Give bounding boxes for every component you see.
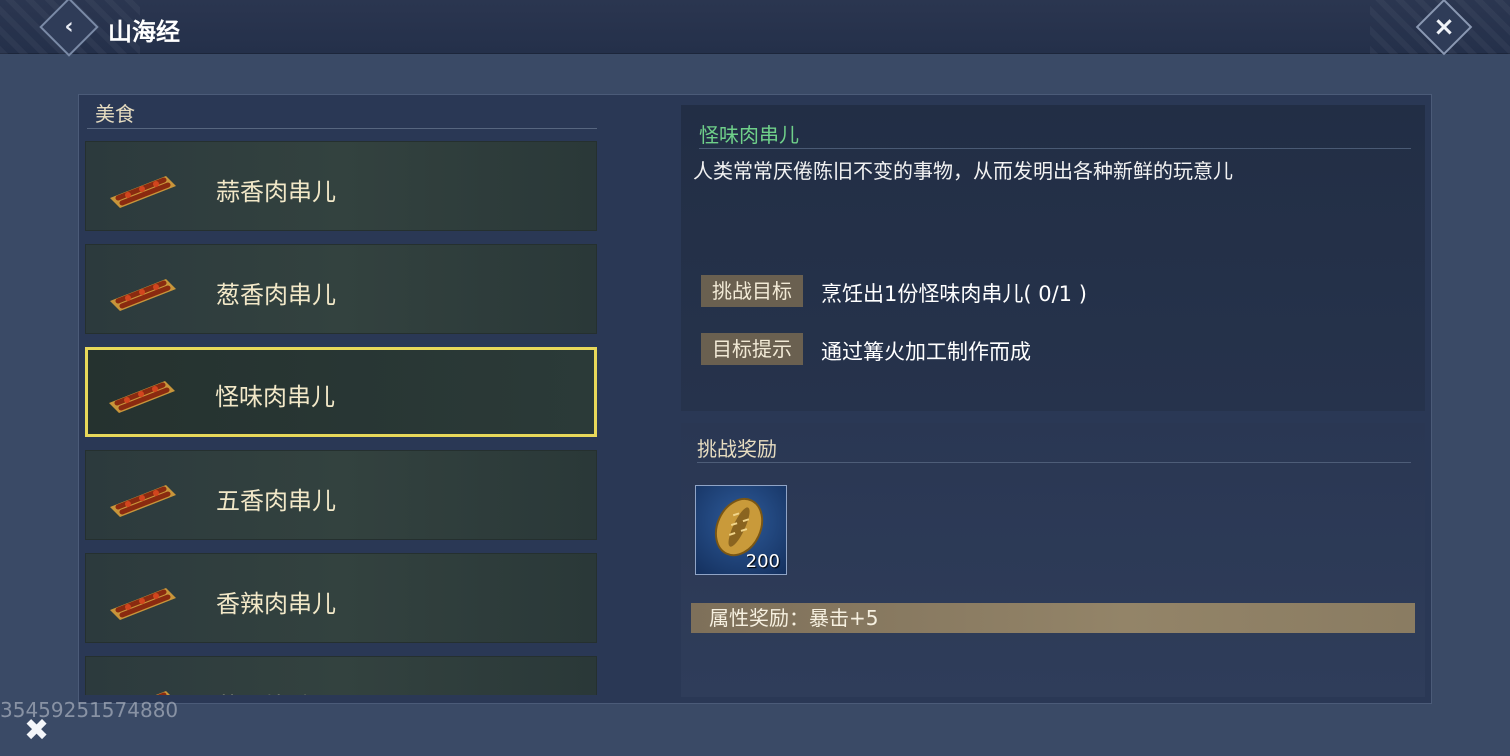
detail-title: 怪味肉串儿: [699, 119, 1411, 149]
recipe-list-column: 美食 蒜香肉串儿 葱香肉串儿 怪味肉串儿 五香肉串儿 香辣肉串儿: [79, 95, 599, 695]
detail-description: 人类常常厌倦陈旧不变的事物，从而发明出各种新鲜的玩意儿: [693, 159, 1233, 183]
reward-item-slot[interactable]: 200: [695, 485, 787, 575]
list-item[interactable]: 蒜香烤鸭: [85, 656, 597, 695]
reward-box: 挑战奖励 200 属性奖励：暴击+5: [681, 423, 1425, 697]
back-chevron-icon: ‹: [64, 14, 74, 40]
recipe-list[interactable]: 蒜香肉串儿 葱香肉串儿 怪味肉串儿 五香肉串儿 香辣肉串儿: [85, 141, 597, 695]
category-title: 美食: [87, 99, 597, 129]
goal-tag: 挑战目标: [701, 275, 803, 307]
hint-text: 通过篝火加工制作而成: [821, 340, 1031, 364]
list-item[interactable]: 五香肉串儿: [85, 450, 597, 540]
list-item-label: 蒜香肉串儿: [216, 178, 336, 206]
list-item[interactable]: 蒜香肉串儿: [85, 141, 597, 231]
meat-skewer-icon: [110, 485, 176, 517]
list-item[interactable]: 香辣肉串儿: [85, 553, 597, 643]
list-item-label: 怪味肉串儿: [215, 383, 335, 411]
list-item-label: 香辣肉串儿: [216, 590, 336, 618]
reward-title: 挑战奖励: [697, 433, 1411, 463]
challenge-info-box: 怪味肉串儿 人类常常厌倦陈旧不变的事物，从而发明出各种新鲜的玩意儿 挑战目标 烹…: [681, 105, 1425, 411]
close-x-icon: ×: [1433, 12, 1455, 43]
list-item-label: 五香肉串儿: [216, 487, 336, 515]
list-item-label: 蒜香烤鸭: [216, 687, 312, 695]
hint-tag: 目标提示: [701, 333, 803, 365]
attribute-reward-bar: 属性奖励：暴击+5: [691, 603, 1415, 633]
list-item-label: 葱香肉串儿: [216, 281, 336, 309]
meat-skewer-icon: [155, 691, 170, 695]
list-item[interactable]: 葱香肉串儿: [85, 244, 597, 334]
goal-text: 烹饪出1份怪味肉串儿( 0/1 ): [821, 282, 1087, 306]
detail-column: 怪味肉串儿 人类常常厌倦陈旧不变的事物，从而发明出各种新鲜的玩意儿 挑战目标 烹…: [681, 105, 1425, 697]
top-bar: ‹ 山海经 ×: [0, 0, 1510, 57]
list-item-selected[interactable]: 怪味肉串儿: [85, 347, 597, 437]
page-title: 山海经: [108, 18, 180, 46]
meat-skewer-icon: [110, 176, 176, 208]
reward-item-count: 200: [745, 551, 780, 572]
meat-skewer-icon: [110, 588, 176, 620]
meat-skewer-icon: [110, 279, 176, 311]
main-panel: 美食 蒜香肉串儿 葱香肉串儿 怪味肉串儿 五香肉串儿 香辣肉串儿 怪味肉串儿 人…: [78, 94, 1432, 704]
crossed-swords-icon[interactable]: ✖: [24, 716, 54, 746]
meat-skewer-icon: [109, 381, 175, 413]
